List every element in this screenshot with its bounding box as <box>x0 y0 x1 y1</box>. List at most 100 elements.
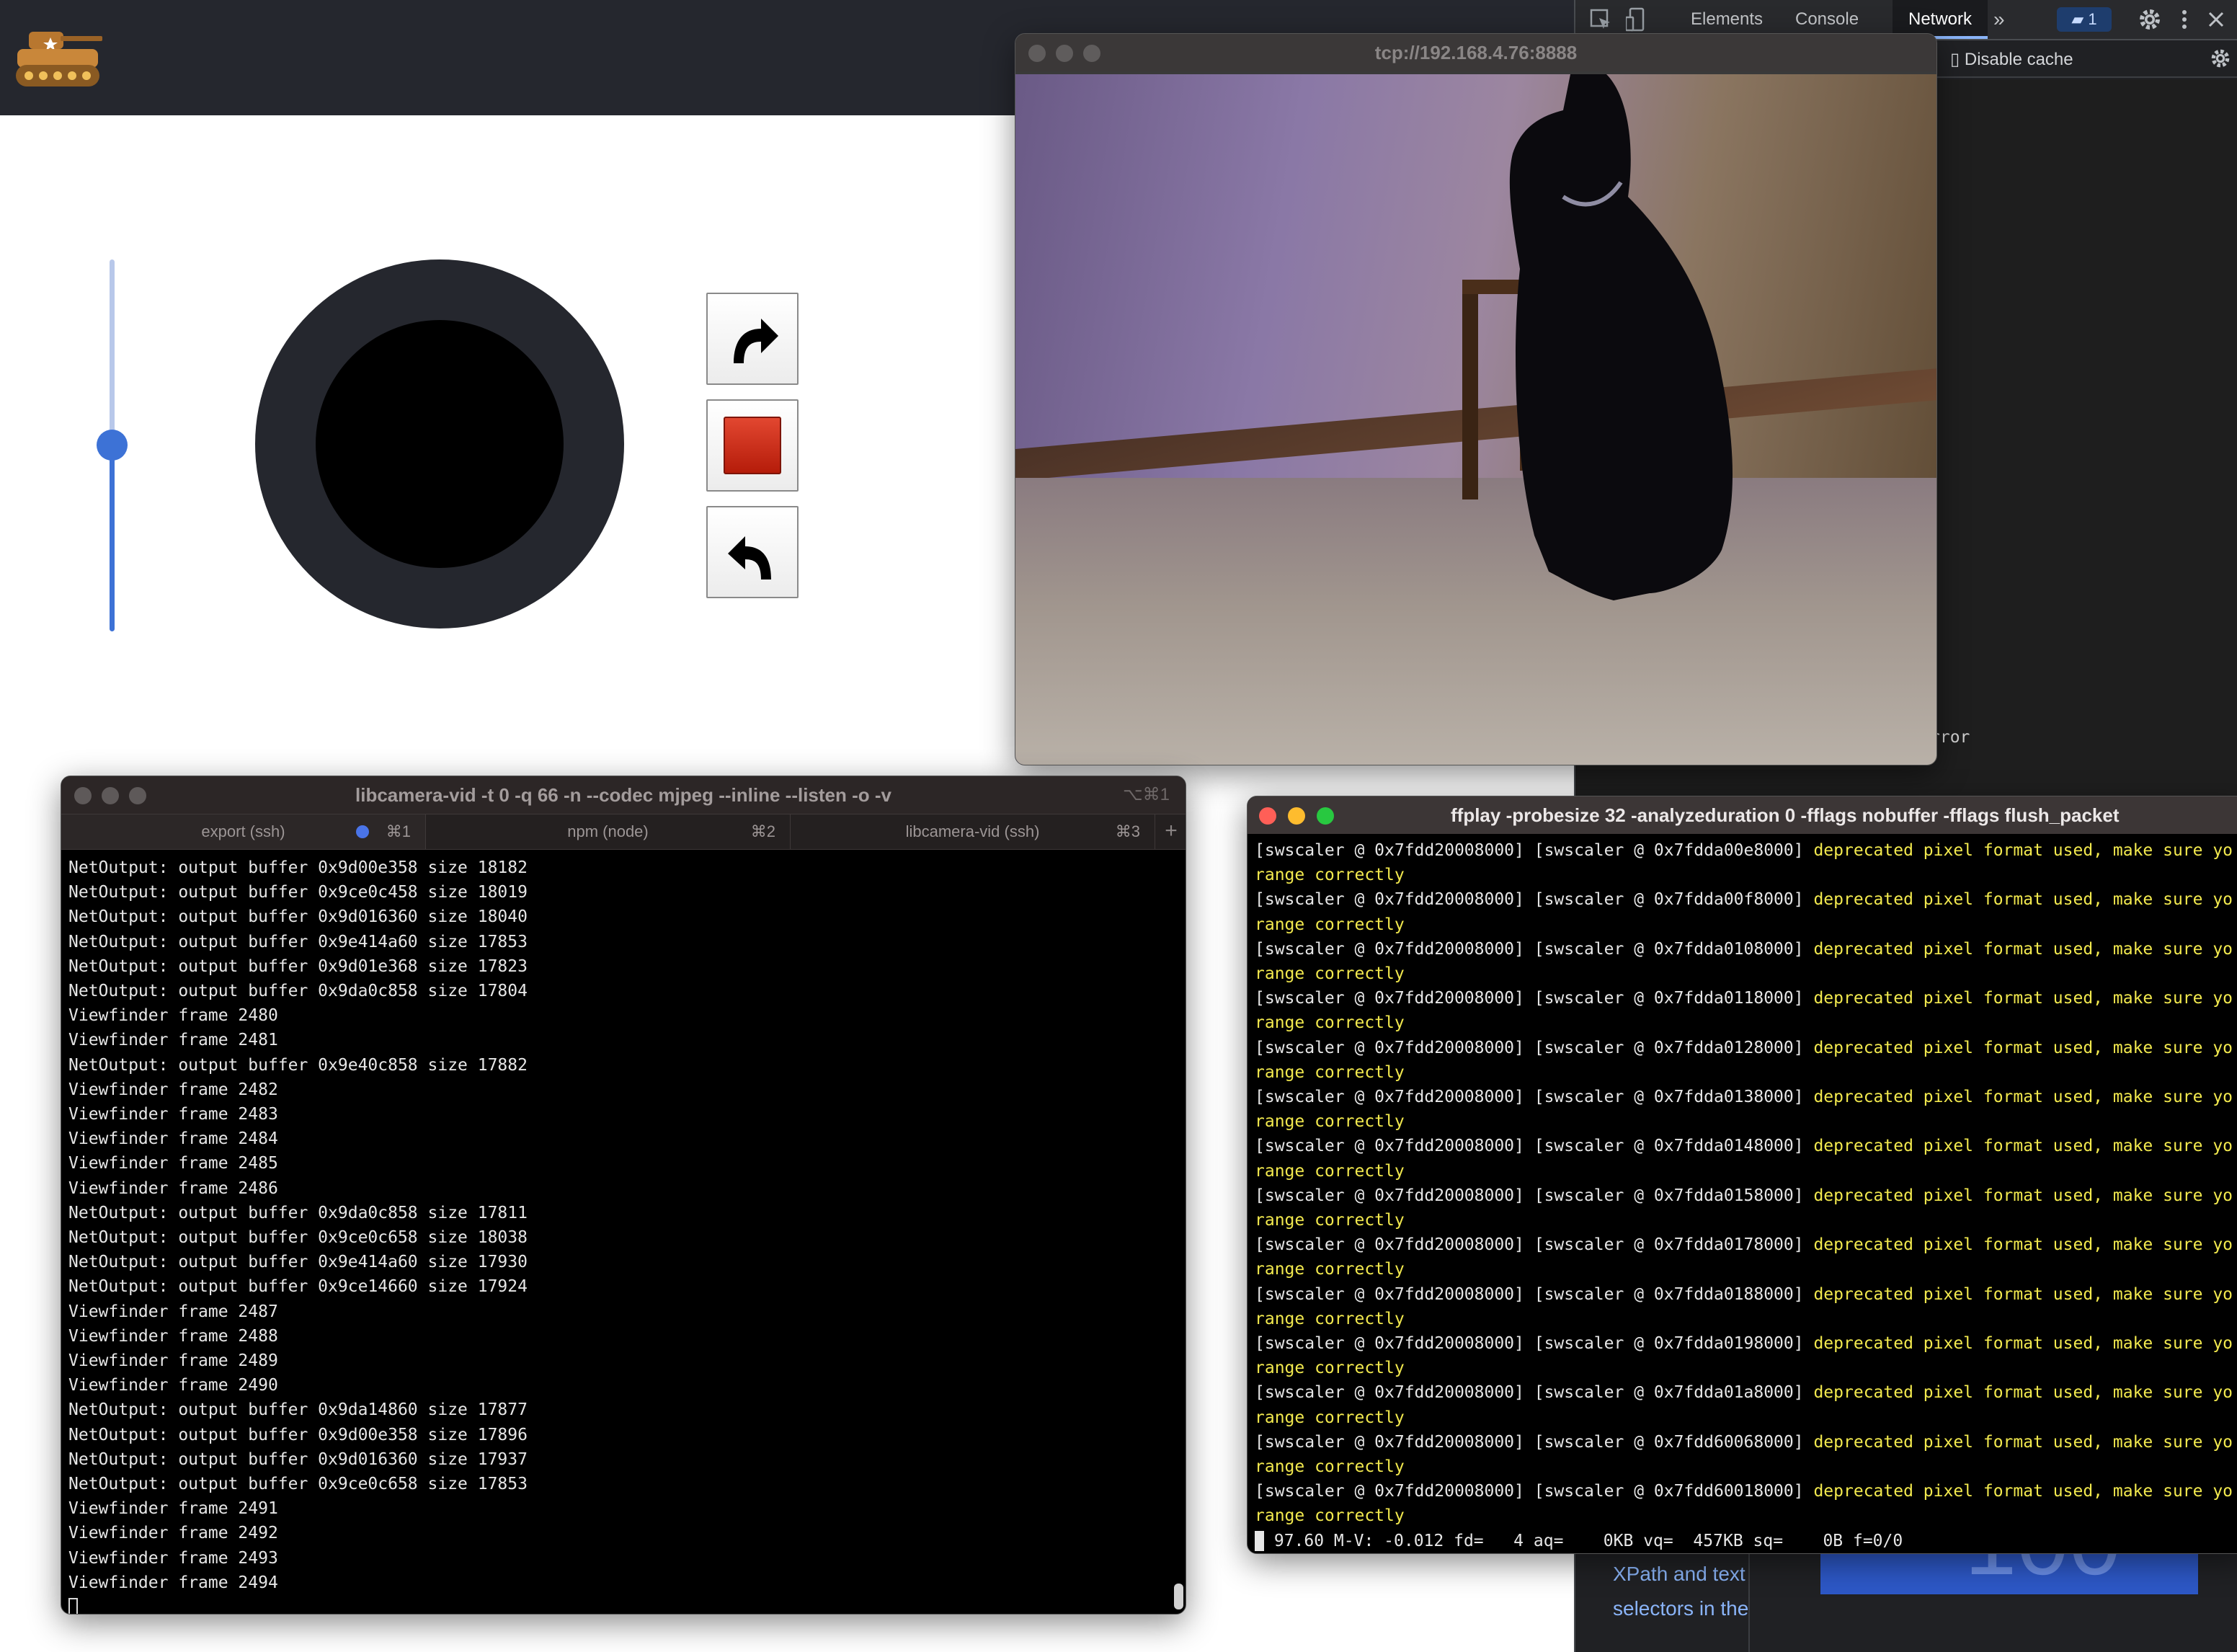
terminal-line: [swscaler @ 0x7fdd20008000] [swscaler @ … <box>1255 1085 2237 1109</box>
log-warning: deprecated pixel format used, make sure … <box>1813 1284 2233 1304</box>
disable-cache-checkbox[interactable]: ▯ Disable cache <box>1950 49 2073 70</box>
log-warning: deprecated pixel format used, make sure … <box>1813 1186 2233 1205</box>
log-prefix: [swscaler @ 0x7fdd20008000] [swscaler @ … <box>1255 1235 1814 1255</box>
log-warning: deprecated pixel format used, make sure … <box>1813 841 2233 860</box>
log-prefix: [swscaler @ 0x7fdd20008000] [swscaler @ … <box>1255 890 1814 910</box>
terminal-line: Viewfinder frame 2486 <box>68 1178 278 1198</box>
settings-gear-icon[interactable] <box>2138 7 2162 32</box>
log-prefix: [swscaler @ 0x7fdd20008000] [swscaler @ … <box>1255 1432 1814 1452</box>
turn-right-button[interactable] <box>706 293 799 385</box>
terminal-line: NetOutput: output buffer 0x9e40c858 size… <box>68 1055 528 1075</box>
terminal-line: Viewfinder frame 2484 <box>68 1129 278 1149</box>
joystick-knob[interactable] <box>316 320 564 568</box>
libcamera-terminal-titlebar[interactable]: libcamera-vid -t 0 -q 66 -n --codec mjpe… <box>61 776 1186 814</box>
joystick-base[interactable] <box>255 259 624 629</box>
log-warning: deprecated pixel format used, make sure … <box>1813 1482 2233 1501</box>
video-window[interactable]: tcp://192.168.4.76:8888 <box>1015 33 1937 765</box>
log-warning: deprecated pixel format used, make sure … <box>1813 1334 2233 1354</box>
banner-version-number: 100 <box>1965 1550 2121 1594</box>
terminal-prompt-line <box>68 1595 1149 1614</box>
terminal-line: [swscaler @ 0x7fdd20008000] [swscaler @ … <box>1255 1036 2237 1060</box>
log-warning: deprecated pixel format used, make sure … <box>1813 1432 2233 1452</box>
terminal-scrollbar[interactable] <box>1171 856 1186 1612</box>
tank-icon[interactable] <box>13 22 105 94</box>
ffplay-terminal-output[interactable]: [swscaler @ 0x7fdd20008000] [swscaler @ … <box>1255 838 2237 1552</box>
terminal-line: [swscaler @ 0x7fdd20008000] [swscaler @ … <box>1255 1282 2237 1307</box>
new-tab-button[interactable]: + <box>1155 814 1186 849</box>
network-settings-gear-icon[interactable] <box>2210 48 2231 69</box>
terminal-tab-export[interactable]: export (ssh) ⌘1 <box>61 814 426 849</box>
log-prefix: [swscaler @ 0x7fdd20008000] [swscaler @ … <box>1255 1284 1814 1304</box>
log-continuation: range correctly <box>1255 1211 1405 1230</box>
tab-shortcut: ⌘2 <box>750 822 775 840</box>
checkbox-icon: ▯ <box>1950 50 1965 69</box>
log-continuation: range correctly <box>1255 1359 1405 1378</box>
close-icon[interactable] <box>2204 7 2228 32</box>
terminal-line: NetOutput: output buffer 0x9ce0c658 size… <box>68 1475 528 1494</box>
log-prefix: [swscaler @ 0x7fdd20008000] [swscaler @ … <box>1255 841 1814 860</box>
turn-left-button[interactable] <box>706 506 799 598</box>
terminal-line: [swscaler @ 0x7fdd20008000] [swscaler @ … <box>1255 1134 2237 1158</box>
terminal-line: [swscaler @ 0x7fdd20008000] [swscaler @ … <box>1255 937 2237 962</box>
terminal-line: NetOutput: output buffer 0x9d00e358 size… <box>68 858 528 877</box>
log-continuation: range correctly <box>1255 1062 1405 1082</box>
terminal-line: Viewfinder frame 2494 <box>68 1573 278 1592</box>
terminal-tab-libcamera[interactable]: libcamera-vid (ssh) ⌘3 <box>791 814 1155 849</box>
libcamera-terminal-window[interactable]: libcamera-vid -t 0 -q 66 -n --codec mjpe… <box>61 776 1186 1615</box>
log-continuation: range correctly <box>1255 1506 1405 1526</box>
whats-new-link[interactable]: XPath and text selectors in the <box>1613 1557 1757 1626</box>
ffplay-terminal-title: ffplay -probesize 32 -analyzeduration 0 … <box>1451 804 2120 826</box>
slider-thumb[interactable] <box>97 430 128 461</box>
log-warning: deprecated pixel format used, make sure … <box>1813 1137 2233 1156</box>
ffplay-terminal-window[interactable]: ffplay -probesize 32 -analyzeduration 0 … <box>1247 796 2237 1554</box>
log-continuation: range correctly <box>1255 1309 1405 1328</box>
terminal-line: Viewfinder frame 2488 <box>68 1326 278 1346</box>
terminal-line: Viewfinder frame 2493 <box>68 1548 278 1568</box>
log-continuation: range correctly <box>1255 866 1405 885</box>
terminal-line: [swscaler @ 0x7fdd20008000] [swscaler @ … <box>1255 1430 2237 1455</box>
tab-shortcut: ⌘3 <box>1115 822 1140 840</box>
terminal-line: [swscaler @ 0x7fdd20008000] [swscaler @ … <box>1255 1184 2237 1208</box>
tab-shortcut: ⌘1 <box>386 822 411 840</box>
libcamera-terminal-title: libcamera-vid -t 0 -q 66 -n --codec mjpe… <box>355 784 891 806</box>
slider-track-upper[interactable] <box>110 259 115 445</box>
issues-badge[interactable]: ▰ 1 <box>2057 7 2112 32</box>
libcamera-terminal-output[interactable]: NetOutput: output buffer 0x9d00e358 size… <box>68 856 1149 1614</box>
log-prefix: [swscaler @ 0x7fdd20008000] [swscaler @ … <box>1255 1038 1814 1057</box>
curved-arrow-left-icon <box>728 536 771 579</box>
log-continuation: range correctly <box>1255 1112 1405 1132</box>
message-icon: ▰ <box>2071 10 2089 28</box>
terminal-line: Viewfinder frame 2489 <box>68 1351 278 1371</box>
terminal-line: [swscaler @ 0x7fdd20008000] [swscaler @ … <box>1255 1380 2237 1405</box>
more-tabs-button[interactable]: » <box>1993 0 2005 39</box>
activity-dot-icon <box>356 825 369 838</box>
terminal-line: NetOutput: output buffer 0x9e414a60 size… <box>68 932 528 951</box>
video-window-titlebar[interactable]: tcp://192.168.4.76:8888 <box>1015 34 1936 71</box>
slider-track-lower[interactable] <box>110 445 115 631</box>
whats-new-banner: 100 <box>1820 1550 2198 1594</box>
video-frame <box>1015 74 1936 765</box>
disable-cache-label: Disable cache <box>1964 50 2073 69</box>
log-warning: deprecated pixel format used, make sure … <box>1813 1088 2233 1107</box>
terminal-line: [swscaler @ 0x7fdd20008000] [swscaler @ … <box>1255 986 2237 1011</box>
device-toggle-icon[interactable] <box>1626 7 1647 32</box>
cat-silhouette-image <box>1462 74 1733 600</box>
terminal-line: Viewfinder frame 2482 <box>68 1080 278 1099</box>
inspect-element-icon[interactable] <box>1590 9 1611 30</box>
log-warning: deprecated pixel format used, make sure … <box>1813 1383 2233 1403</box>
stop-button[interactable] <box>706 399 799 492</box>
terminal-line: NetOutput: output buffer 0x9ce0c658 size… <box>68 1228 528 1248</box>
panel-divider <box>1748 1550 1750 1652</box>
terminal-tab-npm[interactable]: npm (node) ⌘2 <box>426 814 791 849</box>
terminal-line: [swscaler @ 0x7fdd20008000] [swscaler @ … <box>1255 1233 2237 1257</box>
terminal-cursor <box>1255 1531 1264 1552</box>
speed-slider[interactable] <box>94 259 130 631</box>
ffplay-terminal-titlebar[interactable]: ffplay -probesize 32 -analyzeduration 0 … <box>1248 796 2237 834</box>
log-prefix: [swscaler @ 0x7fdd20008000] [swscaler @ … <box>1255 989 1814 1008</box>
scrollbar-thumb[interactable] <box>1174 1584 1183 1609</box>
stop-square-icon <box>724 417 781 474</box>
more-options-icon[interactable] <box>2177 7 2192 32</box>
log-warning: deprecated pixel format used, make sure … <box>1813 890 2233 910</box>
terminal-line: NetOutput: output buffer 0x9da0c858 size… <box>68 982 528 1001</box>
log-continuation: range correctly <box>1255 1161 1405 1181</box>
